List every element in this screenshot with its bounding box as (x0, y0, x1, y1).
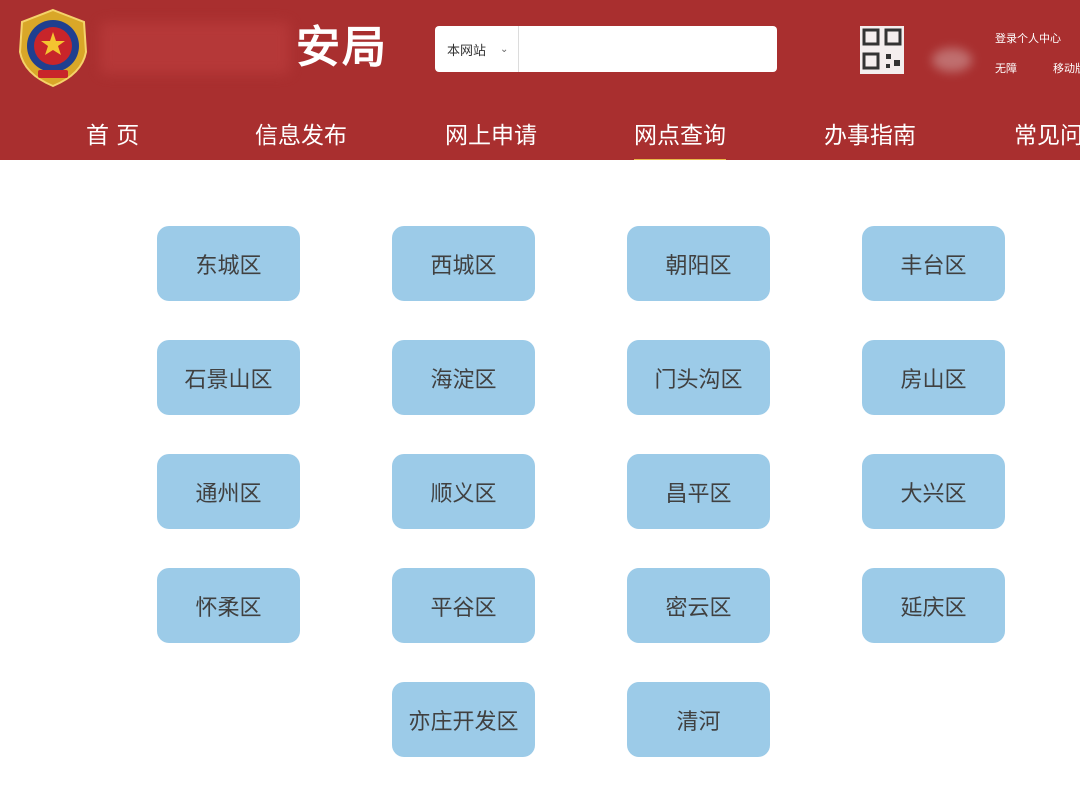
accessibility-link[interactable]: 无障 (995, 60, 1017, 76)
site-name-blurred (100, 22, 290, 74)
search-input[interactable] (519, 27, 777, 71)
district-button-xicheng[interactable]: 西城区 (392, 226, 535, 301)
nav-item-news[interactable]: 信息发布 (255, 118, 347, 154)
nav-item-online-apply[interactable]: 网上申请 (445, 118, 537, 154)
district-button-miyun[interactable]: 密云区 (627, 568, 770, 643)
main-nav: 首 页 信息发布 网上申请 网点查询 办事指南 常见问 (0, 110, 1080, 160)
chevron-down-icon: ⌄ (500, 43, 509, 55)
district-button-fengtai[interactable]: 丰台区 (862, 226, 1005, 301)
user-avatar-blurred (932, 48, 972, 72)
district-button-mentougou[interactable]: 门头沟区 (627, 340, 770, 415)
district-button-changping[interactable]: 昌平区 (627, 454, 770, 529)
district-button-pinggu[interactable]: 平谷区 (392, 568, 535, 643)
district-grid: 东城区 西城区 朝阳区 丰台区 石景山区 海淀区 门头沟区 房山区 通州区 顺义… (157, 226, 1007, 757)
login-link[interactable]: 登录个人中心 (995, 30, 1061, 46)
mobile-link[interactable]: 移动版 (1053, 60, 1080, 76)
district-button-fangshan[interactable]: 房山区 (862, 340, 1005, 415)
site-header: 安局 本网站 ⌄ 登录个人中心 无障 移动版 首 页 信息发布 网上申请 网点查… (0, 0, 1080, 160)
district-button-daxing[interactable]: 大兴区 (862, 454, 1005, 529)
district-button-shunyi[interactable]: 顺义区 (392, 454, 535, 529)
nav-item-faq[interactable]: 常见问 (1014, 118, 1080, 154)
district-button-chaoyang[interactable]: 朝阳区 (627, 226, 770, 301)
district-button-huairou[interactable]: 怀柔区 (157, 568, 300, 643)
nav-item-guide[interactable]: 办事指南 (824, 118, 916, 154)
nav-item-home[interactable]: 首 页 (86, 118, 139, 154)
search-scope-select[interactable]: 本网站 ⌄ (435, 26, 519, 72)
district-button-dongcheng[interactable]: 东城区 (157, 226, 300, 301)
district-button-yizhuang[interactable]: 亦庄开发区 (392, 682, 535, 757)
site-title: 安局 (296, 22, 388, 73)
district-button-shijingshan[interactable]: 石景山区 (157, 340, 300, 415)
district-button-haidian[interactable]: 海淀区 (392, 340, 535, 415)
search-scope-label: 本网站 (447, 43, 487, 59)
district-button-qinghe[interactable]: 清河 (627, 682, 770, 757)
qr-code-icon[interactable] (858, 24, 906, 76)
search-box: 本网站 ⌄ (435, 26, 777, 72)
nav-item-outlet-search[interactable]: 网点查询 (634, 118, 726, 160)
district-button-yanqing[interactable]: 延庆区 (862, 568, 1005, 643)
district-button-tongzhou[interactable]: 通州区 (157, 454, 300, 529)
police-emblem-icon[interactable] (14, 8, 92, 88)
